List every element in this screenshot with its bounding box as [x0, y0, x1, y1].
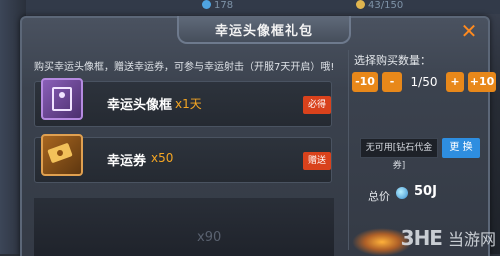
quantity-label: 选择购买数量：: [354, 54, 431, 67]
avatar-frame-icon: [41, 78, 83, 120]
hud-top-bar: 178 43/150: [26, 0, 500, 14]
diamond-icon: [396, 187, 408, 199]
watermark-site-name: 当游网: [447, 230, 496, 249]
hud-stat-2: 43/150: [356, 0, 403, 12]
reward-quantity: x50: [151, 151, 174, 165]
energy-icon: [356, 0, 365, 9]
gift-pack-dialog: 幸运头像框礼包 ✕ 购买幸运头像框，赠送幸运券，可参与幸运射击（开服7天开启）哦…: [20, 16, 496, 256]
hud-stat-1-value: 178: [214, 0, 234, 11]
plus-one-button[interactable]: +: [446, 72, 464, 92]
reward-item-avatar-frame[interactable]: 幸运头像框 x1天 必得: [34, 78, 332, 127]
minus-ten-button[interactable]: -10: [352, 72, 378, 92]
dialog-title: 幸运头像框礼包: [214, 23, 313, 39]
background-item-area: [34, 198, 334, 256]
reward-name: 幸运券: [107, 154, 147, 169]
change-voucher-button[interactable]: 更 换: [442, 138, 480, 158]
site-watermark: 3HE 当游网: [401, 226, 496, 250]
hud-stat-1: 178: [202, 0, 233, 12]
voucher-status: 无可用[钻石代金券]: [360, 138, 438, 171]
total-price-label: 总价: [368, 190, 390, 203]
hud-stat-2-value: 43/150: [368, 0, 404, 11]
reward-name: 幸运头像框: [107, 98, 173, 113]
close-button[interactable]: ✕: [458, 20, 480, 42]
watermark-logo: 3HE: [400, 226, 443, 250]
close-icon: ✕: [460, 19, 478, 43]
quantity-value: 1/50: [410, 75, 438, 89]
minus-one-button[interactable]: -: [382, 72, 402, 92]
total-price-value: 50J: [414, 184, 437, 199]
gem-icon: [202, 0, 211, 9]
lucky-ticket-icon: [41, 134, 83, 176]
quantity-stepper: -10 - 1/50 + +10: [352, 72, 496, 96]
background-item-quantity: x90: [197, 230, 222, 245]
panel-divider: [348, 50, 349, 250]
guaranteed-badge: 必得: [303, 96, 331, 114]
dialog-description: 购买幸运头像框，赠送幸运券，可参与幸运射击（开服7天开启）哦!: [34, 62, 335, 73]
voucher-row: 无可用[钻石代金券] 更 换: [360, 138, 484, 171]
dialog-title-tab: 幸运头像框礼包: [177, 16, 351, 44]
plus-ten-button[interactable]: +10: [468, 72, 496, 92]
reward-item-lucky-ticket[interactable]: 幸运券 x50 赠送: [34, 134, 332, 183]
bonus-badge: 赠送: [303, 152, 331, 170]
reward-quantity: x1天: [175, 97, 202, 111]
